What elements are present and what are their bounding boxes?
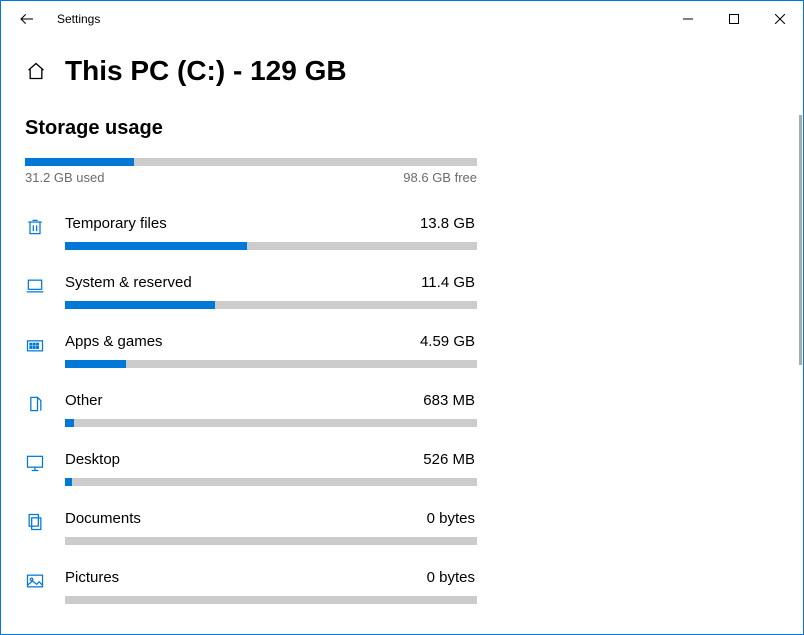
category-body: Temporary files 13.8 GB xyxy=(65,215,477,250)
category-bar xyxy=(65,419,477,427)
category-item[interactable]: Documents 0 bytes xyxy=(25,500,477,559)
category-size: 683 MB xyxy=(423,392,475,409)
category-bar xyxy=(65,537,477,545)
category-bar-fill xyxy=(65,478,72,486)
category-size: 0 bytes xyxy=(427,569,475,586)
back-button[interactable] xyxy=(9,1,45,37)
category-bar xyxy=(65,596,477,604)
category-label: Desktop xyxy=(65,451,120,468)
category-item[interactable]: Other 683 MB xyxy=(25,382,477,441)
category-body: Other 683 MB xyxy=(65,392,477,427)
category-list: Temporary files 13.8 GB System & reserved 1… xyxy=(25,205,477,618)
category-bar-fill xyxy=(65,360,126,368)
header-row: This PC (C:) - 129 GB xyxy=(25,55,803,87)
home-icon[interactable] xyxy=(25,60,47,82)
category-label: Documents xyxy=(65,510,141,527)
window-controls xyxy=(665,3,803,35)
category-size: 4.59 GB xyxy=(420,333,475,350)
category-body: Desktop 526 MB xyxy=(65,451,477,486)
title-bar: Settings xyxy=(1,1,803,37)
overall-bar-fill xyxy=(25,158,134,166)
maximize-button[interactable] xyxy=(711,3,757,35)
category-bar-fill xyxy=(65,242,247,250)
category-label: Temporary files xyxy=(65,215,167,232)
close-button[interactable] xyxy=(757,3,803,35)
picture-icon xyxy=(25,569,65,604)
category-label: Apps & games xyxy=(65,333,163,350)
folder-icon xyxy=(25,392,65,427)
category-bar xyxy=(65,478,477,486)
overall-bar xyxy=(25,158,477,166)
category-item[interactable]: System & reserved 11.4 GB xyxy=(25,264,477,323)
category-size: 13.8 GB xyxy=(420,215,475,232)
category-item[interactable]: Temporary files 13.8 GB xyxy=(25,205,477,264)
category-item[interactable]: Desktop 526 MB xyxy=(25,441,477,500)
used-label: 31.2 GB used xyxy=(25,170,105,185)
category-body: Pictures 0 bytes xyxy=(65,569,477,604)
apps-icon xyxy=(25,333,65,368)
category-item[interactable]: Apps & games 4.59 GB xyxy=(25,323,477,382)
category-bar xyxy=(65,242,477,250)
category-bar xyxy=(65,360,477,368)
trash-icon xyxy=(25,215,65,250)
minimize-button[interactable] xyxy=(665,3,711,35)
free-label: 98.6 GB free xyxy=(403,170,477,185)
category-label: Other xyxy=(65,392,103,409)
category-size: 0 bytes xyxy=(427,510,475,527)
category-bar xyxy=(65,301,477,309)
category-body: Documents 0 bytes xyxy=(65,510,477,545)
category-body: Apps & games 4.59 GB xyxy=(65,333,477,368)
category-label: System & reserved xyxy=(65,274,192,291)
section-title: Storage usage xyxy=(25,117,803,140)
category-size: 526 MB xyxy=(423,451,475,468)
window-title: Settings xyxy=(45,12,100,26)
scrollbar[interactable] xyxy=(799,115,802,365)
category-item[interactable]: Pictures 0 bytes xyxy=(25,559,477,618)
overall-usage: 31.2 GB used 98.6 GB free xyxy=(25,158,477,185)
category-label: Pictures xyxy=(65,569,119,586)
monitor-icon xyxy=(25,451,65,486)
category-bar-fill xyxy=(65,419,74,427)
category-body: System & reserved 11.4 GB xyxy=(65,274,477,309)
laptop-icon xyxy=(25,274,65,309)
category-size: 11.4 GB xyxy=(421,274,475,291)
document-icon xyxy=(25,510,65,545)
category-bar-fill xyxy=(65,301,215,309)
page-title: This PC (C:) - 129 GB xyxy=(65,55,347,87)
content-area: This PC (C:) - 129 GB Storage usage 31.2… xyxy=(1,37,803,634)
